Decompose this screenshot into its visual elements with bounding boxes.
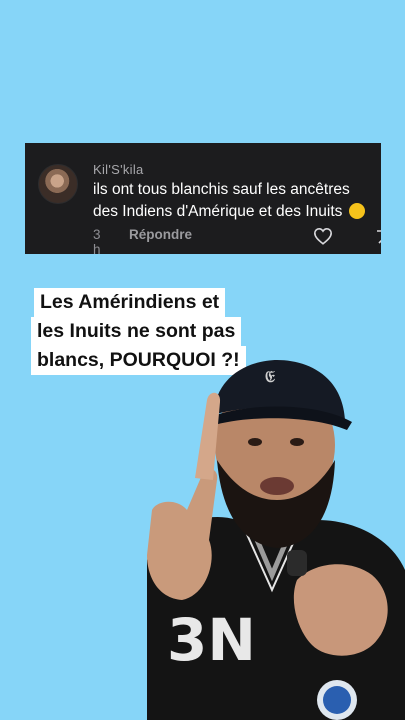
caption-line-1: Les Amérindiens et xyxy=(34,288,226,317)
avatar[interactable] xyxy=(38,164,78,204)
thinking-face-emoji-icon xyxy=(348,203,365,219)
comment-text-line2: des Indiens d'Amérique et des Inuits xyxy=(93,203,343,220)
svg-text:3N: 3N xyxy=(167,606,256,674)
dislike-icon[interactable] xyxy=(375,230,381,244)
comment-time: 3 h xyxy=(93,227,101,254)
svg-text:𝔈: 𝔈 xyxy=(265,367,275,386)
reply-button[interactable]: Répondre xyxy=(129,227,192,242)
comment-text-line1: ils ont tous blanchis sauf les ancêtres xyxy=(93,181,350,198)
comment-username[interactable]: Kil'S'kila xyxy=(93,162,144,177)
heart-icon[interactable] xyxy=(313,227,333,245)
presenter-figure: 3N 5 𝔈 xyxy=(147,360,405,720)
comment-text: ils ont tous blanchis sauf les ancêtres … xyxy=(93,179,381,223)
comment-card: Kil'S'kila ils ont tous blanchis sauf le… xyxy=(25,143,381,254)
caption-line-2: les Inuits ne sont pas xyxy=(31,317,242,346)
video-frame: { "comment": { "username": "Kil'S'kila",… xyxy=(0,0,405,720)
